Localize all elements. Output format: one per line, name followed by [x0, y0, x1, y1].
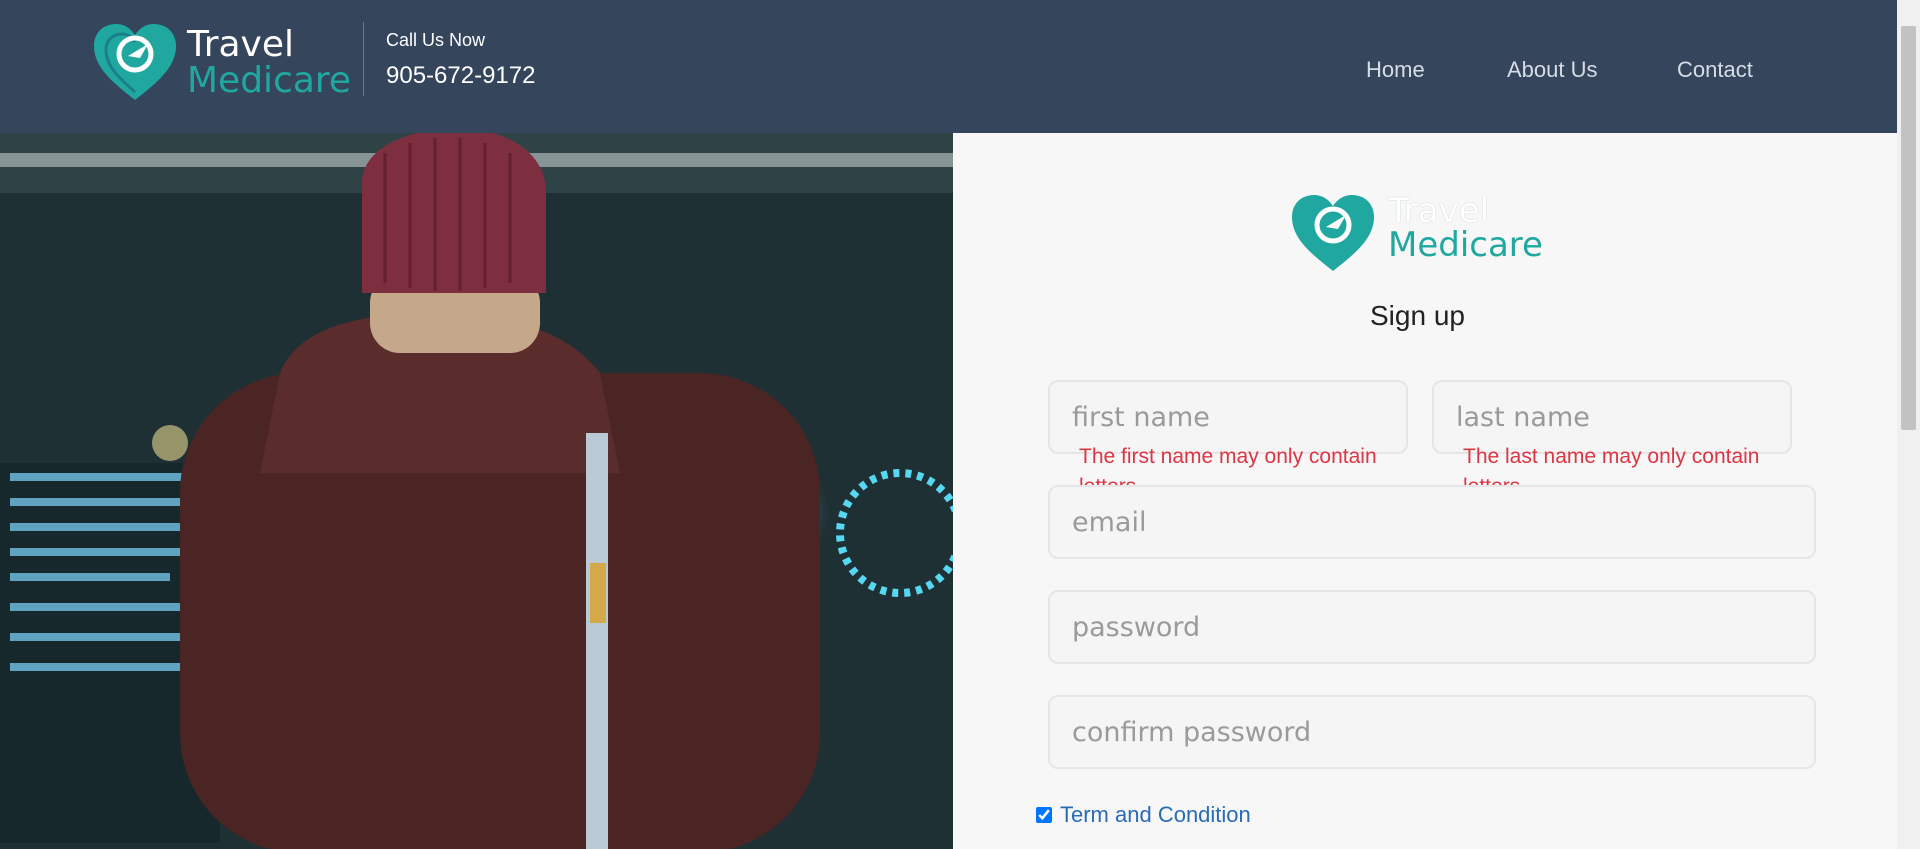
form-logo: Travel Medicare	[1290, 191, 1560, 273]
nav-about-us[interactable]: About Us	[1507, 57, 1598, 83]
scrollbar-thumb[interactable]	[1901, 26, 1916, 430]
form-brand-line2: Medicare	[1388, 225, 1543, 265]
header-divider	[363, 22, 364, 96]
terms-row: Term and Condition	[1036, 802, 1251, 828]
terms-checkbox[interactable]	[1036, 807, 1052, 823]
email-input[interactable]	[1048, 485, 1816, 559]
brand-line1: Travel	[187, 24, 295, 65]
site-logo[interactable]: Travel Medicare	[92, 22, 362, 102]
nav-home[interactable]: Home	[1366, 57, 1425, 83]
terms-link[interactable]: Term and Condition	[1060, 802, 1251, 828]
call-label: Call Us Now	[386, 30, 486, 50]
heart-plane-logo-icon	[94, 24, 176, 100]
page-scrollbar[interactable]	[1897, 0, 1920, 849]
nav-contact[interactable]: Contact	[1677, 57, 1753, 83]
site-header: Travel Medicare Call Us Now 905-672-9172…	[0, 0, 1897, 133]
hero-photo	[0, 133, 953, 849]
confirm-password-input[interactable]	[1048, 695, 1816, 769]
signup-title: Sign up	[1370, 300, 1465, 331]
traveler-airport-image	[0, 133, 953, 849]
brand-line2: Medicare	[187, 60, 352, 101]
heart-plane-logo-icon	[1292, 195, 1374, 271]
phone-number[interactable]: 905-672-9172	[386, 62, 535, 90]
password-input[interactable]	[1048, 590, 1816, 664]
